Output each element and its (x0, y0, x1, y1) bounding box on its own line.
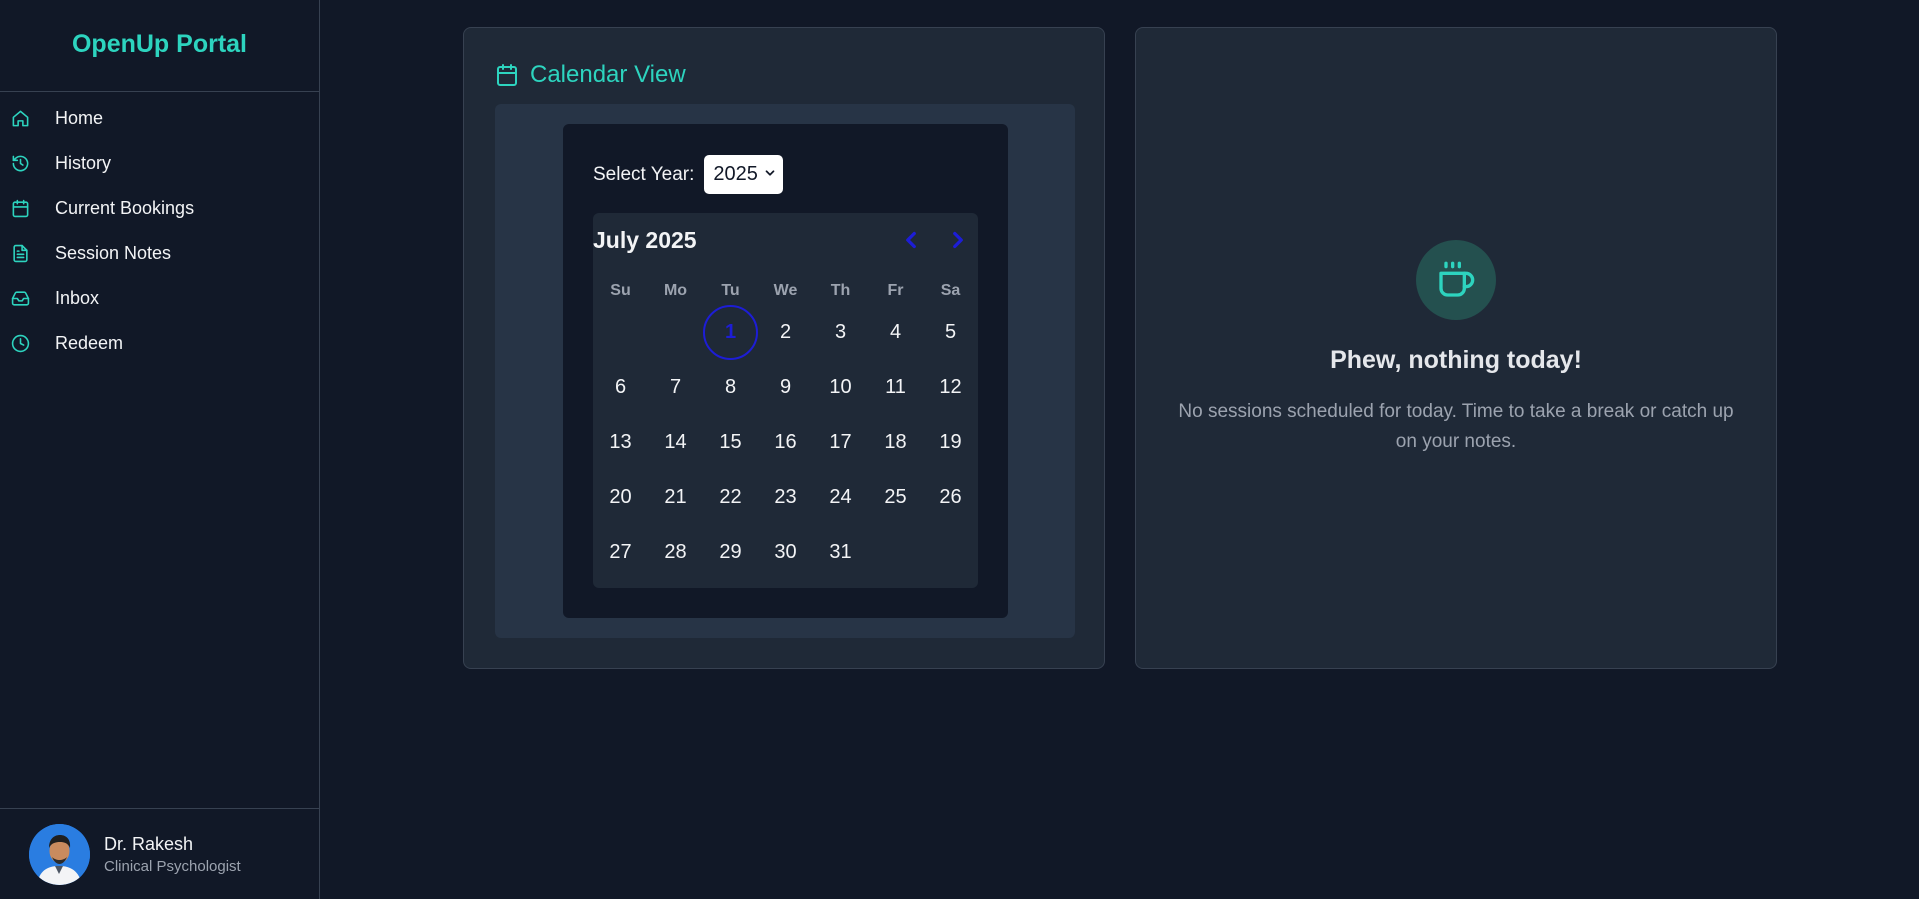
sidebar: OpenUp Portal Home History Current Booki… (0, 0, 320, 899)
calendar-day[interactable]: 19 (923, 415, 978, 470)
calendar-day-today[interactable]: 1 (703, 305, 758, 360)
calendar-day[interactable]: 29 (703, 525, 758, 580)
home-icon (10, 109, 30, 129)
calendar-day[interactable]: 28 (648, 525, 703, 580)
calendar-day[interactable]: 27 (593, 525, 648, 580)
calendar-day[interactable]: 24 (813, 470, 868, 525)
avatar (29, 823, 90, 885)
calendar-icon (497, 64, 517, 86)
sidebar-item-home[interactable]: Home (0, 96, 319, 141)
file-text-icon (10, 244, 30, 264)
profile-name: Dr. Rakesh (104, 833, 194, 854)
sidebar-item-label: Session Notes (55, 243, 172, 263)
calendar-day[interactable]: 6 (593, 360, 648, 415)
calendar-day[interactable]: 16 (758, 415, 813, 470)
month-title: July 2025 (593, 227, 697, 253)
calendar-day[interactable]: 4 (868, 305, 923, 360)
sidebar-item-label: Current Bookings (55, 198, 195, 218)
calendar-day[interactable]: 25 (868, 470, 923, 525)
today-status-card: Phew, nothing today! No sessions schedul… (1135, 27, 1777, 669)
calendar-day[interactable]: 12 (923, 360, 978, 415)
calendar-day[interactable]: 23 (758, 470, 813, 525)
weekday-header: Su (610, 282, 631, 299)
weekday-header: We (773, 282, 798, 299)
chevron-right-icon (953, 231, 963, 249)
chevron-left-icon (906, 231, 916, 249)
calendar-day[interactable]: 10 (813, 360, 868, 415)
weekday-header: Mo (663, 282, 688, 299)
profile-text: Dr. Rakesh Clinical Psychologist (104, 834, 241, 875)
sidebar-item-inbox[interactable]: Inbox (0, 276, 319, 321)
calendar-day[interactable]: 26 (923, 470, 978, 525)
weekday-header: Tu (721, 282, 740, 299)
year-select-value: 2025 (713, 163, 758, 185)
year-row: Select Year: 2025 (593, 155, 784, 194)
calendar-day[interactable]: 2 (758, 305, 813, 360)
sidebar-item-redeem[interactable]: Redeem (0, 321, 319, 366)
calendar-card: Calendar View Select Year: 2025 July 202… (463, 27, 1105, 669)
inbox-icon (10, 289, 30, 309)
month-grid: July 2025 Su Mo Tu We Th Fr Sa 1 2 3 4 5 6 7 8 9 10 11 12 1… (593, 213, 978, 588)
coffee-icon-badge (1416, 240, 1496, 320)
calendar-day[interactable]: 13 (593, 415, 648, 470)
calendar-title-text: Calendar View (530, 61, 686, 88)
prev-month-button[interactable] (898, 227, 924, 253)
calendar-day[interactable]: 15 (703, 415, 758, 470)
weekday-header: Th (830, 282, 851, 299)
weekday-header: Fr (887, 282, 904, 299)
calendar-day[interactable]: 20 (593, 470, 648, 525)
calendar-day[interactable]: 9 (758, 360, 813, 415)
calendar-day[interactable]: 3 (813, 305, 868, 360)
calendar-day[interactable]: 7 (648, 360, 703, 415)
calendar-card-title: Calendar View (495, 61, 686, 89)
sidebar-item-session-notes[interactable]: Session Notes (0, 231, 319, 276)
calendar-day[interactable]: 30 (758, 525, 813, 580)
brand-title[interactable]: OpenUp Portal (0, 0, 319, 92)
calendar-day[interactable]: 17 (813, 415, 868, 470)
year-label: Select Year: (593, 163, 695, 185)
coffee-icon (1439, 261, 1475, 297)
calendar-day[interactable]: 22 (703, 470, 758, 525)
sidebar-item-label: Home (55, 108, 104, 128)
calendar-widget: Select Year: 2025 July 2025 Su Mo Tu We Th Fr… (563, 124, 1008, 618)
calendar-day[interactable]: 31 (813, 525, 868, 580)
empty-state-description: No sessions scheduled for today. Time to… (1178, 401, 1734, 452)
profile-role: Clinical Psychologist (104, 857, 241, 875)
calendar-day[interactable]: 8 (703, 360, 758, 415)
calendar-day[interactable]: 14 (648, 415, 703, 470)
calendar-day[interactable]: 18 (868, 415, 923, 470)
clock-icon (10, 334, 30, 354)
calendar-day[interactable]: 11 (868, 360, 923, 415)
calendar-icon (10, 199, 30, 219)
history-icon (10, 154, 30, 174)
chevron-down-icon (766, 170, 775, 176)
sidebar-item-label: Redeem (55, 333, 124, 353)
sidebar-nav: Home History Current Bookings Session No… (0, 92, 319, 366)
sidebar-item-label: History (55, 153, 112, 173)
sidebar-item-current-bookings[interactable]: Current Bookings (0, 186, 319, 231)
year-select[interactable]: 2025 (704, 155, 784, 194)
calendar-day[interactable]: 21 (648, 470, 703, 525)
user-profile[interactable]: Dr. Rakesh Clinical Psychologist (0, 808, 320, 899)
next-month-button[interactable] (945, 227, 971, 253)
sidebar-item-label: Inbox (55, 288, 100, 308)
empty-state-title: Phew, nothing today! (1330, 346, 1582, 374)
sidebar-item-history[interactable]: History (0, 141, 319, 186)
calendar-outer: Select Year: 2025 July 2025 Su Mo Tu We Th Fr… (495, 104, 1075, 638)
calendar-day[interactable]: 5 (923, 305, 978, 360)
weekday-header: Sa (940, 282, 961, 299)
